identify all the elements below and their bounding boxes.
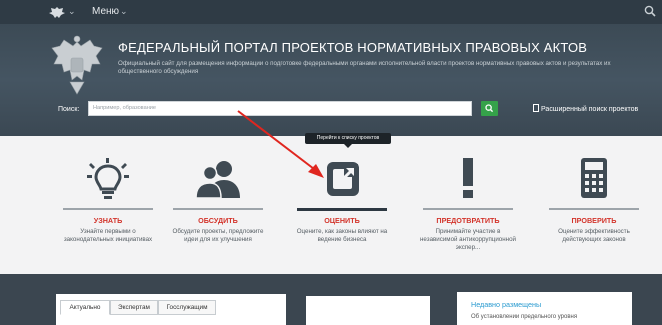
- tab-actual[interactable]: Актуально: [60, 300, 110, 315]
- top-navigation-bar: ⌄ Меню ⌄: [0, 0, 662, 24]
- search-icon[interactable]: [644, 5, 656, 17]
- feature-underline-active: [297, 208, 387, 211]
- feature-title[interactable]: ОЦЕНИТЬ: [292, 216, 392, 225]
- search-input[interactable]: Например, образование: [88, 101, 472, 116]
- advanced-search-link[interactable]: Расширенный поиск проектов: [533, 104, 638, 113]
- menu-label[interactable]: Меню: [92, 6, 119, 17]
- lightbulb-icon: [87, 158, 129, 199]
- calculator-icon: [581, 158, 607, 198]
- tooltip: Перейти к списку проектов: [305, 133, 391, 148]
- feature-underline: [63, 208, 153, 210]
- exclamation-icon: [463, 158, 473, 198]
- recent-item[interactable]: Об установлении предельного уровня: [471, 314, 577, 320]
- external-link-icon: [327, 162, 359, 196]
- tabs-panel: Актуально Экспертам Госслужащим: [56, 294, 286, 325]
- people-icon: [195, 161, 240, 199]
- portal-title: ФЕДЕРАЛЬНЫЙ ПОРТАЛ ПРОЕКТОВ НОРМАТИВНЫХ …: [118, 40, 588, 55]
- recent-title[interactable]: Недавно размещены: [471, 300, 541, 309]
- advanced-search-label: Расширенный поиск проектов: [541, 106, 639, 113]
- features-section: УЗНАТЬ Узнайте первыми о законодательных…: [0, 136, 662, 274]
- hero-banner: ФЕДЕРАЛЬНЫЙ ПОРТАЛ ПРОЕКТОВ НОРМАТИВНЫХ …: [0, 24, 662, 136]
- feature-title[interactable]: ОБСУДИТЬ: [168, 216, 268, 225]
- search-label: Поиск:: [58, 106, 80, 113]
- recent-panel: Недавно размещены Об установлении предел…: [457, 292, 632, 325]
- tab-civil-servants[interactable]: Госслужащим: [158, 300, 216, 315]
- middle-panel: [306, 296, 430, 325]
- feature-underline: [423, 208, 513, 210]
- search-icon: [485, 104, 494, 113]
- chevron-down-icon[interactable]: ⌄: [68, 6, 76, 17]
- bottom-section: Актуально Экспертам Госслужащим Недавно …: [0, 274, 662, 325]
- document-icon: [533, 104, 539, 112]
- feature-description: Оцените, как законы влияют на ведение би…: [296, 228, 388, 244]
- feature-underline: [173, 208, 263, 210]
- feature-description: Обсудите проекты, предложите идеи для их…: [172, 228, 264, 244]
- chevron-down-icon[interactable]: ⌄: [120, 6, 128, 17]
- coat-of-arms-icon: [51, 35, 103, 95]
- feature-title[interactable]: ПРЕДОТВРАТИТЬ: [418, 216, 518, 225]
- feature-underline: [549, 208, 639, 210]
- feature-description: Оцените эффективность действующих законо…: [558, 228, 630, 244]
- tab-experts[interactable]: Экспертам: [110, 300, 158, 315]
- emblem-icon[interactable]: [47, 6, 67, 19]
- feature-title[interactable]: ПРОВЕРИТЬ: [544, 216, 644, 225]
- portal-subtitle: Официальный сайт для размещения информац…: [118, 60, 611, 75]
- search-button[interactable]: [481, 101, 498, 116]
- feature-description: Принимайте участие в независимой антикор…: [420, 228, 516, 252]
- feature-description: Узнайте первыми о законодательных инициа…: [63, 228, 153, 244]
- feature-title[interactable]: УЗНАТЬ: [58, 216, 158, 225]
